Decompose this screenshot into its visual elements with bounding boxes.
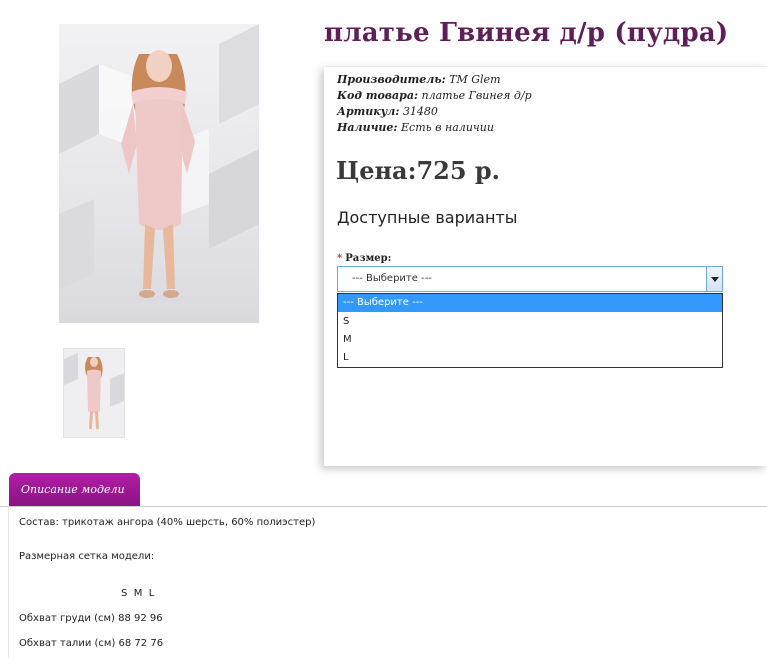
tab-divider [0,506,767,507]
size-option-placeholder[interactable]: --- Выберите --- [338,294,722,312]
size-chart-header: S M L [121,588,155,599]
product-price: Цена:725 р. [336,156,501,185]
thumbnail-photo-illustration [64,353,124,429]
sku-label: Артикул: [337,105,400,118]
tab-model-description[interactable]: Описание модели [9,473,140,506]
size-option-l[interactable]: L [338,349,722,367]
chevron-down-icon [711,277,719,282]
size-option-s[interactable]: S [338,313,722,331]
composition-text: Состав: трикотаж ангора (40% шерсть, 60%… [19,517,316,528]
product-title: платье Гвинея д/р (пудра) [324,18,729,48]
manufacturer-line: Производитель: ТМ Glem [337,73,501,86]
product-code-label: Код товара: [337,89,419,102]
size-label-text: Размер: [345,253,392,264]
select-arrow-button[interactable] [706,267,722,291]
size-chart-title: Размерная сетка модели: [19,551,155,562]
product-photo-illustration [59,24,259,298]
size-option-m[interactable]: M [338,331,722,349]
product-main-image[interactable] [59,24,259,323]
bust-measurement: Обхват груди (см) 88 92 96 [19,613,163,624]
manufacturer-label: Производитель: [337,73,446,86]
product-thumbnail[interactable] [63,348,125,438]
sku-value: 31480 [402,105,438,118]
size-select-value: --- Выберите --- [352,273,432,284]
required-mark: * [337,253,343,264]
size-label: * Размер: [337,253,391,264]
availability-line: Наличие: Есть в наличии [337,121,494,134]
description-border [8,506,9,658]
tab-model-description-label: Описание модели [21,483,125,496]
waist-measurement: Обхват талии (см) 68 72 76 [19,638,164,649]
manufacturer-value: ТМ Glem [449,73,501,86]
availability-value: Есть в наличии [401,121,494,134]
variants-heading: Доступные варианты [337,208,518,227]
product-code-line: Код товара: платье Гвинея д/р [337,89,532,102]
product-code-value: платье Гвинея д/р [421,89,532,102]
sku-line: Артикул: 31480 [337,105,438,118]
size-dropdown-list[interactable]: --- Выберите --- S M L [337,293,723,368]
size-select[interactable]: --- Выберите --- [337,266,723,292]
availability-label: Наличие: [337,121,398,134]
